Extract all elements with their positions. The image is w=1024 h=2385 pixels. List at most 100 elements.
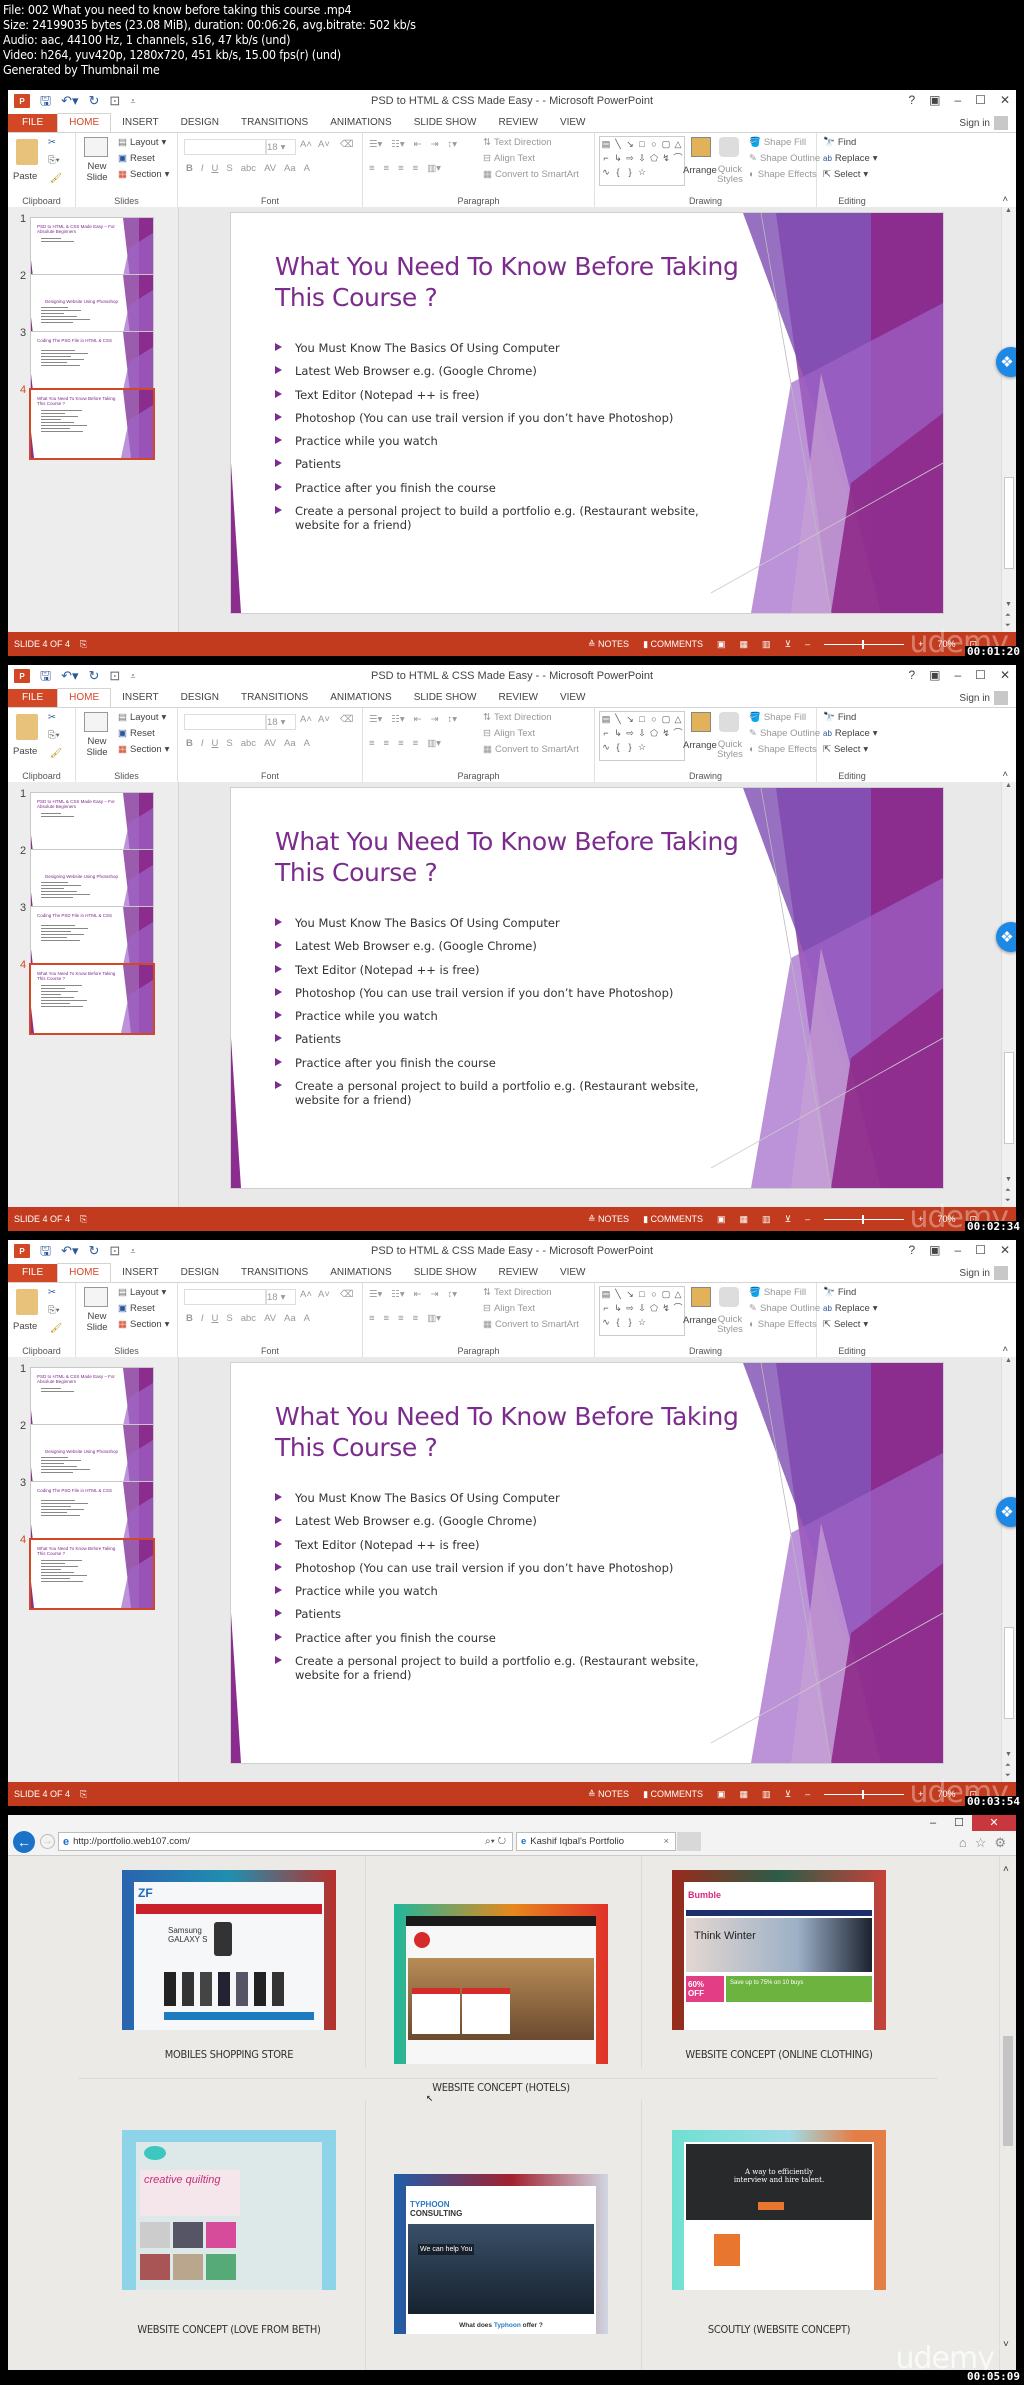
tab-insert[interactable]: INSERT	[111, 114, 170, 132]
align-center-icon[interactable]: ≡	[384, 163, 390, 174]
shape-option[interactable]: ↳	[612, 1301, 624, 1315]
numbering-icon[interactable]: ☷▾	[391, 714, 404, 725]
zoom-out-button[interactable]: –	[805, 1789, 810, 1799]
sign-in-link[interactable]: Sign in	[959, 118, 990, 129]
shape-option[interactable]: ↳	[612, 726, 624, 740]
align-left-icon[interactable]: ≡	[369, 738, 375, 749]
help-button[interactable]: ?	[908, 93, 915, 107]
redo-icon[interactable]: ↻	[89, 669, 100, 683]
portfolio-label[interactable]: WEBSITE CONCEPT (HOTELS)	[374, 2081, 628, 2094]
quick-styles-button[interactable]: Quick Styles	[715, 1315, 745, 1335]
text-direction-button[interactable]: ⇅ Text Direction	[483, 1287, 552, 1298]
section-button[interactable]: ▦ Section ▾	[118, 744, 169, 755]
portfolio-thumbnail[interactable]: ZF Samsung GALAXY S	[122, 1870, 336, 2030]
align-left-icon[interactable]: ≡	[369, 163, 375, 174]
tab-insert[interactable]: INSERT	[111, 1264, 170, 1282]
decrease-indent-icon[interactable]: ⇤	[414, 139, 422, 150]
justify-icon[interactable]: ≡	[413, 163, 419, 174]
shape-outline-button[interactable]: ✎ Shape Outline	[749, 1303, 820, 1314]
portfolio-thumbnail[interactable]: A way to efficiently interview and hire t…	[672, 2130, 886, 2290]
tab-view[interactable]: VIEW	[549, 114, 597, 132]
shapes-gallery[interactable]: ▤ ╲ ↘ □ ○ ▢ △ ⌐ ↳ ⇨ ⇩ ⬠ ↯ ⌒ ∿{} ☆	[599, 1286, 685, 1336]
font-size-input[interactable]: 18 ▾	[266, 139, 296, 155]
notes-button[interactable]: ≙ NOTES	[588, 639, 629, 650]
previous-slide-icon[interactable]: ⏶	[1005, 1187, 1011, 1195]
bold-button[interactable]: B	[186, 1313, 193, 1324]
quick-styles-button[interactable]: Quick Styles	[715, 165, 745, 185]
url-text[interactable]: http://portfolio.web107.com/	[73, 1836, 190, 1847]
minimize-button[interactable]: –	[954, 93, 961, 107]
align-right-icon[interactable]: ≡	[398, 738, 404, 749]
copy-icon[interactable]: ⎘▾	[48, 155, 60, 166]
help-button[interactable]: ?	[908, 668, 915, 682]
favorites-star-icon[interactable]: ☆	[975, 1835, 987, 1851]
arrange-icon[interactable]	[691, 712, 711, 732]
tab-animations[interactable]: ANIMATIONS	[319, 689, 402, 707]
align-right-icon[interactable]: ≡	[398, 1313, 404, 1324]
select-button[interactable]: ⇱ Select ▾	[823, 1319, 868, 1330]
paste-button[interactable]: Paste	[13, 1321, 37, 1332]
slide-bullet-list[interactable]: You Must Know The Basics Of Using Comput…	[275, 1491, 745, 1691]
scroll-down-icon[interactable]: ˅	[1003, 2339, 1009, 2350]
shape-option[interactable]: ╲	[612, 137, 624, 151]
shapes-gallery[interactable]: ▤ ╲ ↘ □ ○ ▢ △ ⌐ ↳ ⇨ ⇩ ⬠ ↯ ⌒ ∿{} ☆	[599, 711, 685, 761]
format-painter-icon[interactable]: 🖌	[50, 748, 62, 759]
comments-button[interactable]: ▮ COMMENTS	[643, 1214, 703, 1225]
tab-file[interactable]: FILE	[8, 689, 58, 707]
shape-option[interactable]: ╲	[612, 1287, 624, 1301]
maximize-button[interactable]: ☐	[946, 1815, 972, 1831]
scroll-up-icon[interactable]: ˄	[1003, 1864, 1009, 1875]
sign-in[interactable]: Sign in	[959, 691, 1008, 705]
bullet-item[interactable]: Patients	[275, 1607, 745, 1621]
scroll-up-icon[interactable]: ▲	[1005, 782, 1012, 789]
shape-option[interactable]: {	[612, 740, 624, 754]
character-spacing-button[interactable]: AV	[264, 1313, 276, 1324]
zoom-slider[interactable]	[824, 639, 905, 649]
bullet-item[interactable]: Practice after you finish the course	[275, 1631, 745, 1645]
slide-sorter-icon[interactable]: ▦	[740, 1214, 749, 1225]
scroll-down-icon[interactable]: ▼	[1005, 601, 1012, 608]
shape-fill-button[interactable]: 🪣 Shape Fill	[749, 137, 806, 148]
tab-home[interactable]: HOME	[57, 688, 112, 707]
scroll-thumb[interactable]	[1004, 1627, 1014, 1719]
shape-option[interactable]: ⌒	[672, 1301, 684, 1315]
shape-option[interactable]: ↘	[624, 1287, 636, 1301]
layout-button[interactable]: ▤ Layout ▾	[118, 712, 166, 723]
shadow-button[interactable]: S	[226, 738, 232, 749]
shape-option[interactable]: ▤	[600, 137, 612, 151]
new-slide-icon[interactable]	[84, 137, 108, 157]
collapse-ribbon-icon[interactable]: ˄	[1002, 769, 1008, 780]
convert-smartart-button[interactable]: ▦ Convert to SmartArt	[483, 169, 579, 180]
bullet-item[interactable]: Latest Web Browser e.g. (Google Chrome)	[275, 939, 745, 953]
bullet-item[interactable]: Latest Web Browser e.g. (Google Chrome)	[275, 364, 745, 378]
bullet-item[interactable]: Create a personal project to build a por…	[275, 504, 745, 532]
bullet-item[interactable]: Patients	[275, 457, 745, 471]
align-text-button[interactable]: ⊟ Align Text	[483, 1303, 535, 1314]
slide-thumbnail[interactable]: What You Need To Know Before Taking This…	[29, 963, 155, 1035]
bullet-item[interactable]: Create a personal project to build a por…	[275, 1654, 745, 1682]
normal-view-icon[interactable]: ▣	[717, 639, 726, 650]
find-button[interactable]: 🔭 Find	[823, 712, 856, 723]
save-icon[interactable]: 🖫	[40, 94, 51, 108]
slide-canvas[interactable]: What You Need To Know Before Taking This…	[230, 1362, 944, 1764]
font-size-input[interactable]: 18 ▾	[266, 714, 296, 730]
previous-slide-icon[interactable]: ⏶	[1005, 1762, 1011, 1770]
change-case-button[interactable]: Aa	[284, 738, 296, 749]
shape-option[interactable]: ↘	[624, 137, 636, 151]
shape-option[interactable]: ⌒	[672, 151, 684, 165]
dropbox-icon[interactable]: ❖	[996, 1497, 1016, 1527]
copy-icon[interactable]: ⎘▾	[48, 730, 60, 741]
shape-option[interactable]: ⇩	[636, 726, 648, 740]
redo-icon[interactable]: ↻	[89, 94, 100, 108]
shape-option[interactable]: ⇩	[636, 1301, 648, 1315]
bullet-item[interactable]: Latest Web Browser e.g. (Google Chrome)	[275, 1514, 745, 1528]
dropbox-icon[interactable]: ❖	[996, 347, 1016, 377]
slide-thumbnail[interactable]: What You Need To Know Before Taking This…	[29, 388, 155, 460]
shape-fill-button[interactable]: 🪣 Shape Fill	[749, 1287, 806, 1298]
replace-button[interactable]: ab Replace ▾	[823, 1303, 878, 1314]
undo-icon[interactable]: ↶▾	[61, 94, 78, 108]
bullet-item[interactable]: You Must Know The Basics Of Using Comput…	[275, 916, 745, 930]
spell-check-icon[interactable]: ⎘	[80, 639, 87, 650]
reset-button[interactable]: ▣ Reset	[118, 728, 155, 739]
save-icon[interactable]: 🖫	[40, 669, 51, 683]
